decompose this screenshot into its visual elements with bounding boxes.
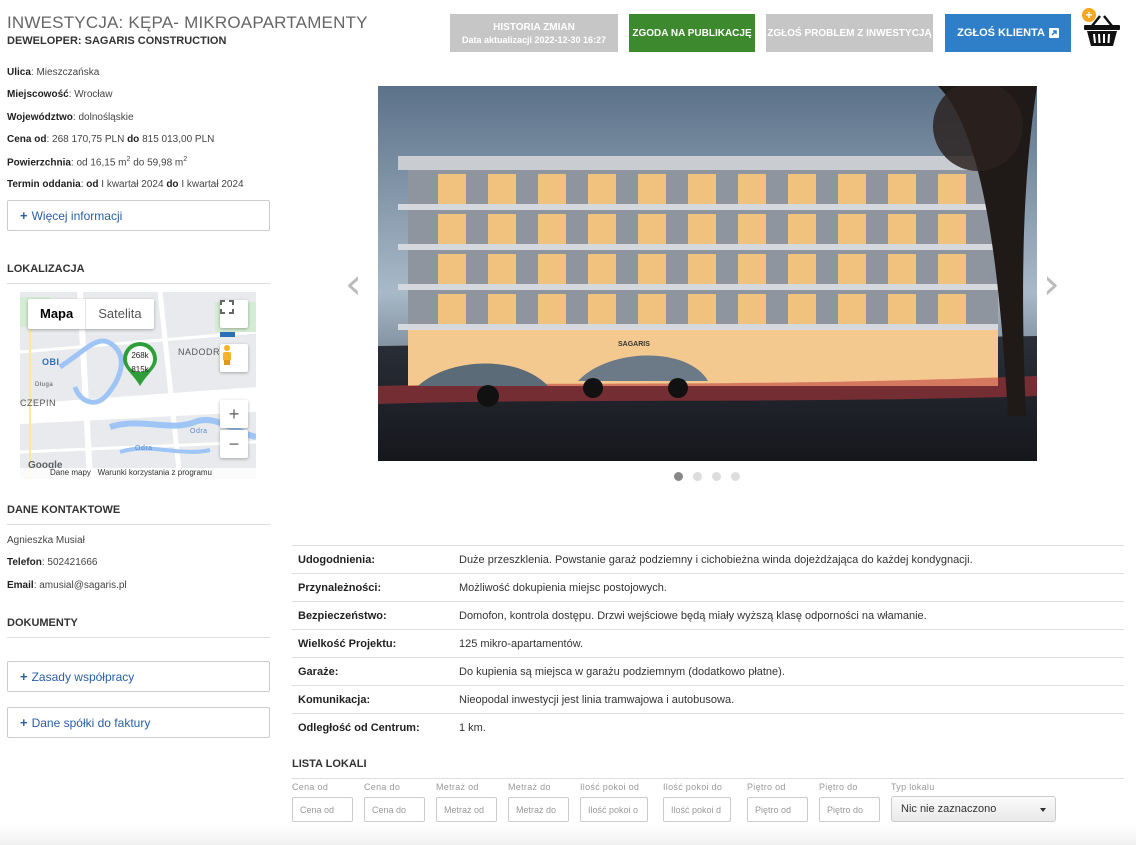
contact-heading: DANE KONTAKTOWE	[7, 504, 270, 525]
gallery-dot[interactable]	[731, 472, 740, 481]
divider	[292, 778, 1124, 779]
map-label-nadodrze: NADODR	[178, 347, 221, 357]
details-row: Garaże: Do kupienia są miejsca w garażu p…	[292, 658, 1124, 686]
plus-icon: +	[20, 669, 28, 684]
external-link-icon	[1048, 28, 1059, 38]
email-link[interactable]: amusial@sagaris.pl	[39, 580, 126, 591]
gallery-dot[interactable]	[693, 472, 702, 481]
location-map[interactable]: Mapa Satelita + − NADODR CZEPIN OBI Odra…	[20, 292, 256, 479]
gallery-pagination	[674, 472, 740, 481]
gallery-dot[interactable]	[674, 472, 683, 481]
publication-consent-button[interactable]: ZGODA NA PUBLIKACJĘ	[629, 14, 755, 52]
details-table: Udogodnienia: Duże przeszklenia. Powstani…	[292, 545, 1124, 742]
plus-icon: +	[20, 715, 28, 730]
map-data-link[interactable]: Dane mapy	[50, 468, 91, 477]
map-label-odra: Odra	[190, 428, 208, 435]
invoice-data-button[interactable]: + Dane spółki do faktury	[7, 707, 270, 738]
zoom-out-button[interactable]: −	[220, 430, 248, 458]
filter-label: Piętro do	[819, 782, 858, 792]
zoom-in-button[interactable]: +	[220, 400, 248, 428]
filter-label: Metraż do	[508, 782, 551, 792]
filter-label: Ilość pokoi do	[663, 782, 723, 792]
location-heading: LOKALIZACJA	[7, 263, 270, 284]
building-sign: SAGARIS	[618, 341, 650, 348]
contact-name: Agnieszka Musiał	[7, 535, 85, 546]
page-title: INWESTYCJA: KĘPA- MIKROAPARTAMENTY	[7, 13, 368, 32]
details-row: Bezpieczeństwo: Domofon, kontrola dostępu…	[292, 602, 1124, 630]
filter-label: Typ lokalu	[891, 782, 935, 792]
gallery-next-button[interactable]: ›	[1043, 259, 1060, 308]
details-row: Udogodnienia: Duże przeszklenia. Powstani…	[292, 546, 1124, 574]
map-type-tabs: Mapa Satelita	[28, 299, 154, 329]
details-row: Przynależności: Możliwość dokupienia miej…	[292, 574, 1124, 602]
info-city: Miejscowość: Wrocław	[7, 89, 113, 100]
map-terms-link[interactable]: Warunki korzystania z programu	[98, 468, 212, 477]
map-footer: Dane mapy Warunki korzystania z programu	[20, 468, 256, 479]
rooms-to-input[interactable]: Ilość pokoi d	[663, 797, 731, 822]
info-price: Cena od: 268 170,75 PLN do 815 013,00 PL…	[7, 134, 215, 145]
cart-icon[interactable]: +	[1082, 8, 1122, 50]
info-street: Ulica: Mieszczańska	[7, 67, 100, 78]
fullscreen-icon[interactable]	[220, 300, 248, 328]
area-from-input[interactable]: Metraż od	[436, 797, 497, 822]
floor-from-input[interactable]: Piętro od	[747, 797, 808, 822]
map-label-odra: Odra	[135, 445, 153, 452]
gallery-prev-button[interactable]: ‹	[345, 259, 362, 308]
price-to-input[interactable]: Cena do	[364, 797, 425, 822]
map-label-obi: OBI	[42, 357, 60, 367]
bottom-shadow	[0, 825, 1136, 845]
filter-label: Cena do	[364, 782, 401, 792]
floor-to-input[interactable]: Piętro do	[819, 797, 880, 822]
gallery-image[interactable]: SAGARIS	[378, 86, 1037, 461]
area-to-input[interactable]: Metraż do	[508, 797, 569, 822]
map-tab-map[interactable]: Mapa	[28, 299, 87, 329]
cooperation-rules-button[interactable]: + Zasady współpracy	[7, 661, 270, 692]
cart-add-badge: +	[1082, 8, 1096, 22]
report-problem-button[interactable]: ZGŁOŚ PROBLEM Z INWESTYCJĄ	[766, 14, 933, 52]
details-row: Odległość od Centrum: 1 km.	[298, 722, 486, 734]
last-update: Data aktualizacji 2022-12-30 16:27	[461, 34, 607, 45]
price-marker-label: 268k 815k	[131, 351, 149, 374]
documents-heading: DOKUMENTY	[7, 617, 270, 638]
filter-label: Piętro od	[747, 782, 786, 792]
contact-email: Email: amusial@sagaris.pl	[7, 580, 127, 591]
filter-label: Cena od	[292, 782, 329, 792]
info-area: Powierzchnia: od 16,15 m2 do 59,98 m2	[7, 156, 188, 169]
price-from-input[interactable]: Cena od	[292, 797, 353, 822]
filter-label: Metraż od	[436, 782, 479, 792]
details-row: Komunikacja: Nieopodal inwestycji jest li…	[292, 686, 1124, 714]
map-label-szczepin: CZEPIN	[20, 398, 57, 408]
developer-name: DEWELOPER: SAGARIS CONSTRUCTION	[7, 35, 227, 47]
more-info-button[interactable]: + Więcej informacji	[7, 200, 270, 231]
street-view-icon[interactable]	[220, 344, 248, 372]
details-row: Wielkość Projektu: 125 mikro-apartamentów…	[292, 630, 1124, 658]
map-label-dluga: Długa	[35, 382, 54, 388]
history-button[interactable]: HISTORIA ZMIAN Data aktualizacji 2022-12…	[450, 14, 618, 52]
unit-type-select[interactable]: Nic nie zaznaczono	[891, 796, 1056, 822]
map-tab-satellite[interactable]: Satelita	[86, 299, 153, 329]
units-list-heading: LISTA LOKALI	[292, 758, 367, 770]
info-completion: Termin oddania: od I kwartał 2024 do I k…	[7, 179, 244, 190]
filter-label: Ilość pokoi od	[580, 782, 640, 792]
plus-icon: +	[20, 208, 28, 223]
chevron-down-icon	[1040, 808, 1046, 812]
rooms-from-input[interactable]: Ilość pokoi o	[580, 797, 648, 822]
report-client-button[interactable]: ZGŁOŚ KLIENTA	[945, 14, 1071, 52]
contact-phone: Telefon: 502421666	[7, 557, 98, 568]
gallery-dot[interactable]	[712, 472, 721, 481]
info-voivodeship: Województwo: dolnośląskie	[7, 112, 134, 123]
